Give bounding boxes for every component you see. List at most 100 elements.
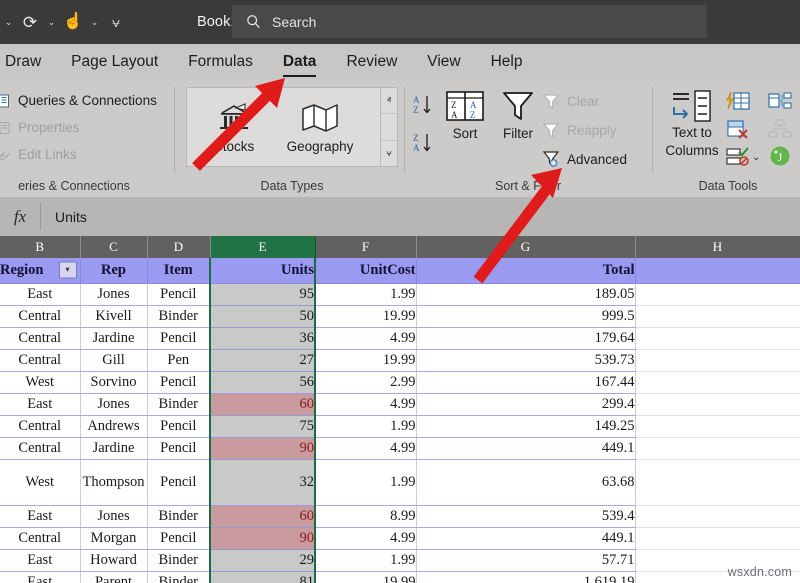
cell-item[interactable]: Binder (147, 393, 210, 415)
filter-dropdown-region[interactable]: ▾ (59, 262, 77, 279)
cell-region[interactable]: Central (0, 527, 80, 549)
formula-input[interactable]: Units (40, 203, 800, 230)
cell-total[interactable]: 63.68 (416, 459, 635, 505)
cell-unitcost[interactable]: 1.99 (315, 283, 416, 305)
cell-h[interactable] (635, 327, 800, 349)
cell-item[interactable]: Binder (147, 549, 210, 571)
cell-total[interactable]: 167.44 (416, 371, 635, 393)
cell-rep[interactable]: Kivell (80, 305, 147, 327)
insert-function-icon[interactable]: fx (0, 207, 40, 227)
consolidate-button[interactable]: J (768, 145, 792, 172)
cell-units[interactable]: 60 (210, 505, 315, 527)
cell-unitcost[interactable]: 4.99 (315, 393, 416, 415)
tab-formulas[interactable]: Formulas (179, 45, 262, 78)
tab-help[interactable]: Help (482, 45, 532, 78)
cell-units[interactable]: 36 (210, 327, 315, 349)
cell-units[interactable]: 75 (210, 415, 315, 437)
table-row[interactable]: CentralAndrewsPencil751.99149.25 (0, 415, 800, 437)
relationships-button[interactable] (768, 91, 792, 116)
cell-h[interactable] (635, 527, 800, 549)
cell-rep[interactable]: Gill (80, 349, 147, 371)
cell-item[interactable]: Pencil (147, 283, 210, 305)
column-header-e[interactable]: E (210, 236, 315, 258)
text-to-columns-button[interactable]: Text to Columns (660, 89, 724, 158)
cell-rep[interactable]: Andrews (80, 415, 147, 437)
cell-unitcost[interactable]: 1.99 (315, 415, 416, 437)
data-validation-button[interactable]: ⌄ (726, 147, 760, 167)
cell-region[interactable]: East (0, 283, 80, 305)
cell-region[interactable]: East (0, 571, 80, 583)
tab-view[interactable]: View (418, 45, 469, 78)
cell-item[interactable]: Pencil (147, 437, 210, 459)
cell-item[interactable]: Binder (147, 505, 210, 527)
cell-units[interactable]: 60 (210, 393, 315, 415)
tab-data[interactable]: Data (274, 45, 326, 78)
cell-unitcost[interactable]: 4.99 (315, 437, 416, 459)
spreadsheet-grid[interactable]: B C D E F G H Region ▾ Rep Item Units Un… (0, 236, 800, 583)
cell-rep[interactable]: Thompson (80, 459, 147, 505)
geography-button[interactable]: Geography (277, 88, 363, 166)
cell-region[interactable]: Central (0, 327, 80, 349)
table-row[interactable]: CentralJardinePencil364.99179.64 (0, 327, 800, 349)
cell-total[interactable]: 179.64 (416, 327, 635, 349)
cell-rep[interactable]: Sorvino (80, 371, 147, 393)
cell-rep[interactable]: Jones (80, 393, 147, 415)
cell-region[interactable]: West (0, 459, 80, 505)
cell-unitcost[interactable]: 19.99 (315, 305, 416, 327)
gallery-scroll-down-icon[interactable]: ⱟ (381, 113, 397, 139)
cell-unitcost[interactable]: 4.99 (315, 527, 416, 549)
customize-quick-access-toolbar-icon[interactable]: ⩝ (103, 9, 129, 35)
redo-button[interactable]: ⟳ (17, 9, 43, 35)
cell-total[interactable]: 149.25 (416, 415, 635, 437)
cell-unitcost[interactable]: 19.99 (315, 349, 416, 371)
touch-mouse-mode-icon[interactable]: ☝ (60, 9, 86, 35)
undo-chevron-icon[interactable]: ⌄ (2, 9, 15, 35)
table-row[interactable]: CentralGillPen2719.99539.73 (0, 349, 800, 371)
cell-h[interactable] (635, 505, 800, 527)
queries-and-connections-button[interactable]: Queries & Connections (0, 93, 157, 108)
cell-region[interactable]: East (0, 549, 80, 571)
search-box[interactable]: Search (232, 5, 707, 38)
stocks-button[interactable]: Stocks (191, 88, 277, 166)
cell-item[interactable]: Pencil (147, 415, 210, 437)
cell-units[interactable]: 29 (210, 549, 315, 571)
data-types-gallery-scroll[interactable]: ⱏ ⱟ ⩝ (380, 88, 397, 166)
gallery-scroll-up-icon[interactable]: ⱏ (381, 88, 397, 113)
cell-units[interactable]: 56 (210, 371, 315, 393)
cell-total[interactable]: 57.71 (416, 549, 635, 571)
header-cell-h[interactable] (635, 258, 800, 283)
header-cell-unitcost[interactable]: UnitCost (315, 258, 416, 283)
cell-rep[interactable]: Jones (80, 505, 147, 527)
cell-item[interactable]: Pen (147, 349, 210, 371)
cell-unitcost[interactable]: 8.99 (315, 505, 416, 527)
cell-unitcost[interactable]: 2.99 (315, 371, 416, 393)
column-header-c[interactable]: C (80, 236, 147, 258)
cell-units[interactable]: 81 (210, 571, 315, 583)
cell-total[interactable]: 539.4 (416, 505, 635, 527)
cell-region[interactable]: East (0, 393, 80, 415)
cell-rep[interactable]: Parent (80, 571, 147, 583)
table-row[interactable]: WestSorvinoPencil562.99167.44 (0, 371, 800, 393)
cell-total[interactable]: 999.5 (416, 305, 635, 327)
cell-item[interactable]: Pencil (147, 327, 210, 349)
table-row[interactable]: EastJonesBinder604.99299.4 (0, 393, 800, 415)
cell-total[interactable]: 449.1 (416, 437, 635, 459)
touch-mode-chevron-icon[interactable]: ⌄ (88, 9, 101, 35)
cell-rep[interactable]: Howard (80, 549, 147, 571)
remove-duplicates-button[interactable] (726, 119, 750, 144)
table-row[interactable]: EastJonesPencil951.99189.05 (0, 283, 800, 305)
cell-region[interactable]: West (0, 371, 80, 393)
cell-units[interactable]: 27 (210, 349, 315, 371)
cell-units[interactable]: 90 (210, 437, 315, 459)
cell-rep[interactable]: Jardine (80, 327, 147, 349)
column-header-b[interactable]: B (0, 236, 80, 258)
sort-ascending-button[interactable]: A Z (412, 93, 438, 117)
cell-region[interactable]: Central (0, 437, 80, 459)
cell-item[interactable]: Pencil (147, 371, 210, 393)
cell-h[interactable] (635, 349, 800, 371)
gallery-more-icon[interactable]: ⩝ (381, 140, 397, 166)
cell-h[interactable] (635, 415, 800, 437)
cell-region[interactable]: Central (0, 305, 80, 327)
cell-region[interactable]: Central (0, 349, 80, 371)
cell-total[interactable]: 1,619.19 (416, 571, 635, 583)
